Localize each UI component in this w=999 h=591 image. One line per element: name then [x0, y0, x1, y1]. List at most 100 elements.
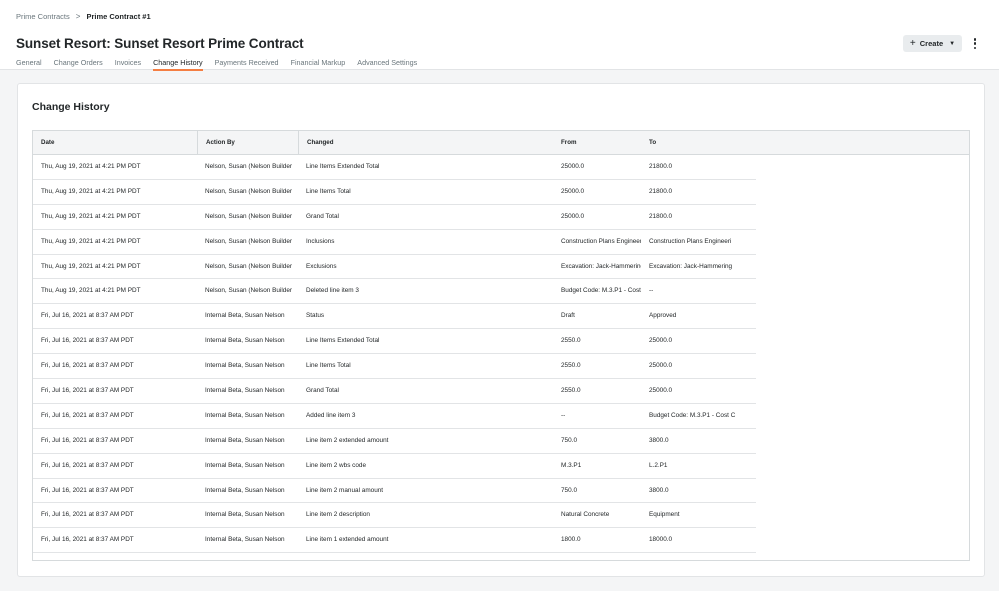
cell-action-by: Nelson, Susan (Nelson Builder	[205, 237, 293, 245]
cell-action-by: Internal Beta, Susan Nelson	[205, 461, 285, 469]
cell-date: Fri, Jul 16, 2021 at 8:37 AM PDT	[41, 461, 134, 469]
table-row: Thu, Aug 19, 2021 at 4:21 PM PDT Nelson, …	[33, 205, 756, 230]
cell-date: Thu, Aug 19, 2021 at 4:21 PM PDT	[41, 187, 141, 195]
tab-payments-received[interactable]: Payments Received	[215, 58, 279, 70]
tab-invoices[interactable]: Invoices	[115, 58, 141, 70]
change-history-table: Date Action By Changed From To Thu, Aug …	[32, 130, 970, 561]
cell-date: Fri, Jul 16, 2021 at 8:37 AM PDT	[41, 312, 134, 320]
cell-from: Construction Plans Engineeri	[561, 237, 641, 245]
cell-from: 25000.0	[561, 163, 585, 170]
table-row: Fri, Jul 16, 2021 at 8:37 AM PDT Internal…	[33, 354, 756, 380]
breadcrumb-link-prime-contracts[interactable]: Prime Contracts	[16, 12, 70, 21]
table-row: Thu, Aug 19, 2021 at 4:21 PM PDT Nelson, …	[33, 155, 756, 180]
column-header-date[interactable]: Date	[33, 131, 197, 155]
table-row: Thu, Aug 19, 2021 at 4:21 PM PDT Nelson, …	[33, 255, 756, 280]
cell-changed: Grand Total	[306, 387, 339, 395]
cell-changed: Line item 1 extended amount	[306, 536, 389, 544]
tab-advanced-settings[interactable]: Advanced Settings	[357, 58, 417, 70]
cell-changed: Added line item 3	[306, 411, 356, 419]
cell-changed: Line Items Extended Total	[306, 337, 380, 345]
cell-action-by: Nelson, Susan (Nelson Builder	[205, 187, 293, 195]
cell-to: L.2.P1	[649, 461, 668, 469]
cell-from: 2550.0	[561, 337, 581, 345]
plus-icon: +	[909, 37, 916, 49]
column-header-changed[interactable]: Changed	[298, 131, 553, 155]
cell-from: Draft	[561, 312, 575, 320]
table-row: Fri, Jul 16, 2021 at 8:37 AM PDT Internal…	[33, 528, 756, 554]
cell-date: Thu, Aug 19, 2021 at 4:21 PM PDT	[41, 262, 141, 270]
cell-changed: Grand Total	[306, 212, 339, 220]
cell-from: 2550.0	[561, 362, 581, 370]
table-row: Fri, Jul 16, 2021 at 8:37 AM PDT Internal…	[33, 379, 756, 404]
cell-to: 25000.0	[649, 387, 673, 395]
page-title: Sunset Resort: Sunset Resort Prime Contr…	[16, 36, 304, 51]
cell-action-by: Nelson, Susan (Nelson Builder	[205, 163, 293, 170]
cell-action-by: Nelson, Susan (Nelson Builder	[205, 262, 293, 270]
cell-changed: Line item 2 manual amount	[306, 486, 384, 494]
cell-action-by: Internal Beta, Susan Nelson	[205, 436, 285, 444]
cell-to: 3800.0	[649, 436, 669, 444]
cell-action-by: Internal Beta, Susan Nelson	[205, 362, 285, 370]
cell-from: 25000.0	[561, 187, 585, 195]
cell-from: 750.0	[561, 436, 577, 444]
cell-date: Fri, Jul 16, 2021 at 8:37 AM PDT	[41, 411, 134, 419]
table-body: Thu, Aug 19, 2021 at 4:21 PM PDT Nelson, …	[33, 155, 969, 554]
cell-to: Construction Plans Engineeri	[649, 237, 732, 245]
cell-changed: Line item 2 description	[306, 511, 370, 519]
cell-changed: Status	[306, 312, 325, 320]
column-header-to[interactable]: To	[641, 131, 756, 155]
cell-to: 18000.0	[649, 536, 673, 544]
cell-action-by: Nelson, Susan (Nelson Builder	[205, 212, 293, 220]
tab-general[interactable]: General	[16, 58, 42, 70]
card-title: Change History	[32, 101, 110, 113]
cell-from: 25000.0	[561, 212, 585, 220]
cell-date: Fri, Jul 16, 2021 at 8:37 AM PDT	[41, 436, 134, 444]
cell-changed: Exclusions	[306, 262, 337, 270]
table-row: Fri, Jul 16, 2021 at 8:37 AM PDT Internal…	[33, 479, 756, 504]
cell-changed: Line item 2 wbs code	[306, 461, 367, 469]
cell-from: Budget Code: M.3.P1 - Cost C	[561, 287, 641, 295]
table-row: Thu, Aug 19, 2021 at 4:21 PM PDT Nelson, …	[33, 230, 756, 255]
table-row: Fri, Jul 16, 2021 at 8:37 AM PDT Internal…	[33, 454, 756, 479]
create-button-label: Create	[919, 39, 944, 48]
cell-action-by: Internal Beta, Susan Nelson	[205, 511, 285, 519]
tab-financial-markup[interactable]: Financial Markup	[291, 58, 346, 70]
change-history-card: Change History Date Action By Changed Fr…	[17, 83, 985, 577]
cell-date: Thu, Aug 19, 2021 at 4:21 PM PDT	[41, 287, 141, 295]
tab-change-orders[interactable]: Change Orders	[54, 58, 103, 70]
cell-action-by: Internal Beta, Susan Nelson	[205, 337, 285, 345]
cell-date: Fri, Jul 16, 2021 at 8:37 AM PDT	[41, 511, 134, 519]
cell-to: 21800.0	[649, 163, 673, 170]
column-header-from[interactable]: From	[553, 131, 641, 155]
cell-action-by: Internal Beta, Susan Nelson	[205, 387, 285, 395]
table-row: Thu, Aug 19, 2021 at 4:21 PM PDT Nelson, …	[33, 180, 756, 205]
cell-to: Approved	[649, 312, 677, 320]
create-button[interactable]: + Create ▼	[903, 35, 962, 52]
table-row: Fri, Jul 16, 2021 at 8:37 AM PDT Internal…	[33, 304, 756, 330]
breadcrumb: Prime Contracts > Prime Contract #1	[16, 12, 151, 21]
table-row: Fri, Jul 16, 2021 at 8:37 AM PDT Internal…	[33, 329, 756, 355]
cell-action-by: Internal Beta, Susan Nelson	[205, 312, 285, 320]
tab-change-history[interactable]: Change History	[153, 58, 203, 71]
breadcrumb-current: Prime Contract #1	[86, 12, 151, 21]
cell-action-by: Internal Beta, Susan Nelson	[205, 536, 285, 544]
cell-date: Fri, Jul 16, 2021 at 8:37 AM PDT	[41, 387, 134, 395]
cell-action-by: Internal Beta, Susan Nelson	[205, 411, 285, 419]
kebab-menu-icon[interactable]	[970, 37, 980, 50]
cell-from: --	[561, 411, 566, 419]
cell-to: 3800.0	[649, 486, 669, 494]
table-row: Fri, Jul 16, 2021 at 8:37 AM PDT Internal…	[33, 503, 756, 529]
table-row: Fri, Jul 16, 2021 at 8:37 AM PDT Internal…	[33, 404, 756, 429]
cell-changed: Inclusions	[306, 237, 335, 245]
table-row: Fri, Jul 16, 2021 at 8:37 AM PDT Internal…	[33, 429, 756, 454]
column-header-action-by[interactable]: Action By	[197, 131, 298, 155]
cell-to: --	[649, 287, 654, 295]
cell-to: 25000.0	[649, 362, 673, 370]
cell-to: Budget Code: M.3.P1 - Cost C	[649, 411, 736, 419]
cell-date: Thu, Aug 19, 2021 at 4:21 PM PDT	[41, 212, 141, 220]
table-row: Thu, Aug 19, 2021 at 4:21 PM PDT Nelson, …	[33, 279, 756, 305]
cell-to: 25000.0	[649, 337, 673, 345]
cell-changed: Line Items Extended Total	[306, 163, 380, 170]
cell-changed: Line Items Total	[306, 187, 351, 195]
cell-from: M.3.P1	[561, 461, 582, 469]
